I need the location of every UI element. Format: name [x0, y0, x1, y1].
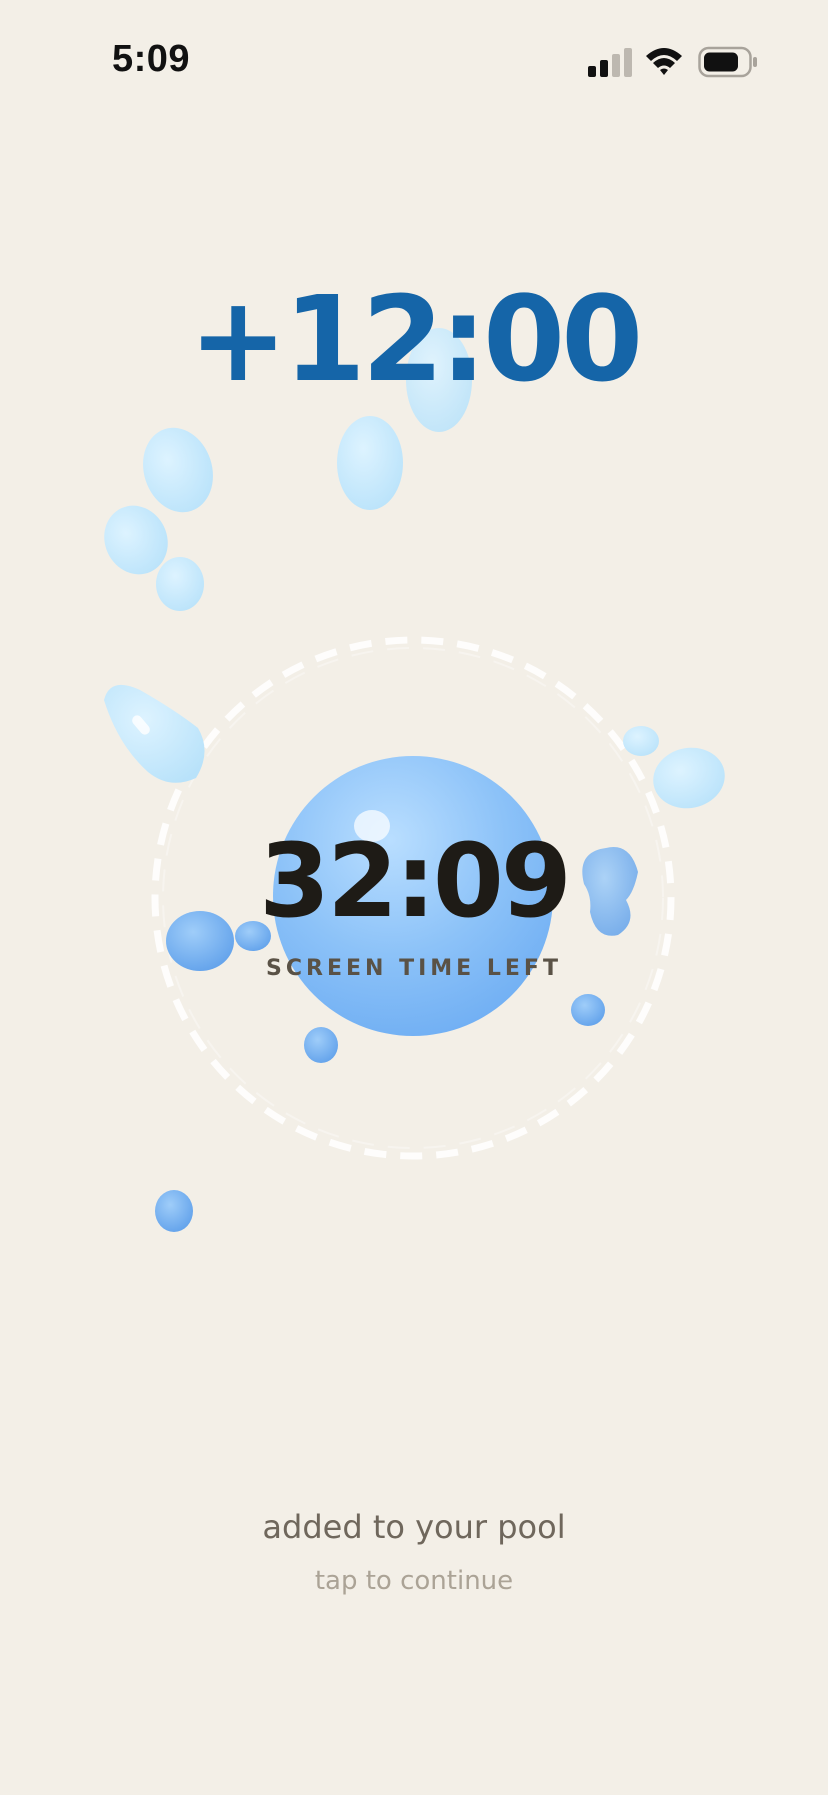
added-message: added to your pool [262, 1508, 566, 1546]
tap-to-continue-hint[interactable]: tap to continue [0, 1566, 828, 1596]
bonus-time: +12:00 [188, 270, 643, 408]
time-left-value: 32:09 [259, 822, 572, 941]
time-left-label: SCREEN TIME LEFT [266, 956, 562, 981]
